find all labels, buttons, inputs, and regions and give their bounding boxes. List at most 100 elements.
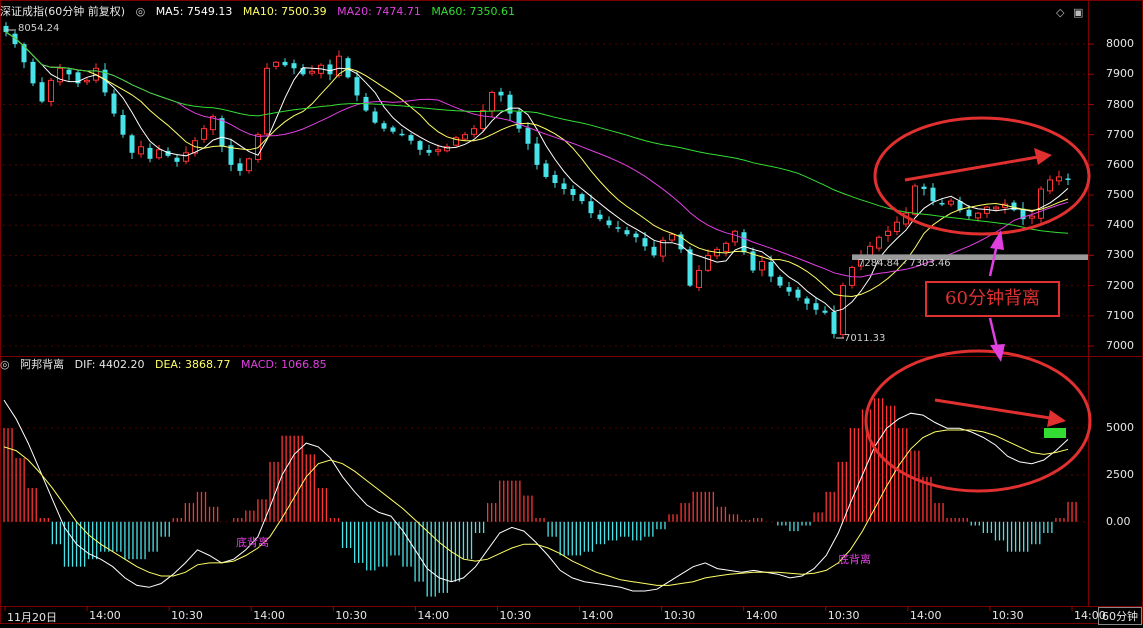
time-tick-label: 11月20日 [7, 611, 57, 624]
time-tick-label: 14:00 [581, 609, 614, 622]
candle-down [966, 209, 972, 217]
dif-label: DIF: 4402.20 [74, 358, 145, 371]
candle-up [1029, 215, 1035, 219]
candle-down [822, 310, 828, 313]
candle-down [768, 261, 774, 277]
candle-up [876, 236, 882, 249]
candle-down [426, 149, 432, 153]
candle-up [138, 146, 144, 155]
candle-down [372, 111, 378, 123]
candle-down [543, 163, 549, 177]
candle-down [300, 67, 306, 75]
price-tick-label: 7300 [1106, 248, 1134, 262]
candle-up [732, 230, 738, 243]
macd-tick-label: 0.00 [1106, 514, 1131, 528]
candle-down [111, 93, 117, 114]
candle-up [723, 242, 729, 252]
time-tick-label: 14:00 [745, 609, 778, 622]
candle-down [588, 201, 594, 214]
indicator-title: 阿邦背离 [20, 358, 65, 371]
candle-up [273, 61, 279, 67]
macd-tick-label: 2500 [1106, 467, 1134, 481]
time-tick-label: 14:00 [1074, 609, 1106, 622]
time-tick-label: 10:30 [499, 609, 532, 622]
candle-down [498, 91, 504, 96]
candle-up [993, 206, 999, 210]
candle-down [345, 58, 351, 78]
ma20-label: MA20: 7474.71 [337, 5, 421, 18]
candle-up [759, 260, 765, 271]
macd-tick-label: 5000 [1106, 421, 1134, 435]
candle-down [129, 135, 135, 153]
time-tick-label: 10:30 [663, 609, 696, 622]
candle-down [120, 115, 126, 135]
candle-down [12, 33, 18, 45]
candle-down [687, 249, 693, 286]
chart-canvas: 深证成指(60分钟 前复权) ◎ MA5: 7549.13 MA10: 7500… [0, 0, 1143, 625]
candle-down [390, 127, 396, 132]
candle-up [246, 158, 252, 172]
candle-down [777, 276, 783, 286]
candle-down [795, 289, 801, 298]
price-tick-label: 7200 [1106, 278, 1134, 292]
macd-trend-arrow [934, 398, 1051, 420]
candle-down [282, 61, 288, 66]
divergence-callout: 60分钟背离 [925, 281, 1060, 317]
time-tick-label: 14:00 [89, 609, 121, 622]
candle-down [552, 174, 558, 183]
candle-up [48, 79, 54, 102]
window-restore-icon[interactable]: ▣ [1073, 6, 1083, 19]
bottom-divergence-label-2: 底背离 [838, 553, 871, 566]
candle-down [3, 26, 9, 33]
candle-down [921, 186, 927, 190]
price-tick-label: 7500 [1106, 188, 1134, 202]
candle-up [201, 128, 207, 140]
candle-down [831, 311, 837, 334]
candle-up [462, 134, 468, 140]
candle-down [525, 127, 531, 144]
time-tick-label: 14:00 [253, 609, 285, 622]
candle-down [39, 82, 45, 102]
ma5-label: MA5: 7549.13 [155, 5, 233, 18]
price-tick-label: 7700 [1106, 127, 1134, 141]
candle-up [705, 254, 711, 271]
candle-down [327, 64, 333, 75]
candle-down [939, 202, 945, 205]
candle-down [579, 194, 585, 202]
candle-up [1047, 179, 1053, 192]
candle-up [1056, 176, 1062, 182]
candle-down [633, 233, 639, 238]
price-highlight-ellipse [873, 116, 1091, 236]
price-tick-label: 7000 [1106, 338, 1134, 352]
ma10-label: MA10: 7500.39 [242, 5, 327, 18]
candle-up [183, 152, 189, 162]
candle-down [813, 303, 819, 310]
candle-down [561, 183, 567, 190]
candle-down [381, 123, 387, 129]
candle-up [885, 230, 891, 237]
candle-up [696, 270, 702, 288]
candle-up [894, 221, 900, 232]
candle-down [237, 163, 243, 171]
candle-up [471, 128, 477, 135]
candle-down [399, 133, 405, 136]
panel-dot-icon: ◎ [0, 358, 10, 371]
candle-down [804, 298, 810, 304]
price-trend-arrowhead [1034, 148, 1052, 165]
price-tick-label: 7800 [1106, 97, 1134, 111]
time-tick-label: 14:00 [417, 609, 450, 622]
candle-down [615, 227, 621, 229]
candle-up [948, 200, 954, 205]
diamond-icon[interactable]: ◇ [1056, 6, 1064, 19]
candle-up [867, 245, 873, 256]
dot-icon: ◎ [135, 5, 146, 18]
time-tick-label: 10:30 [991, 609, 1024, 622]
candle-up [912, 185, 918, 215]
candle-down [534, 143, 540, 165]
top-panel-header: 深证成指(60分钟 前复权) ◎ MA5: 7549.13 MA10: 7500… [0, 5, 522, 19]
bottom-panel-header: ◎ 阿邦背离 DIF: 4402.20 DEA: 3868.77 MACD: 1… [0, 358, 334, 372]
price-trend-arrow [904, 155, 1039, 182]
low-price-mark: 7011.33 [844, 333, 886, 344]
index-title: 深证成指(60分钟 前复权) [0, 5, 126, 18]
candle-down [570, 189, 576, 196]
